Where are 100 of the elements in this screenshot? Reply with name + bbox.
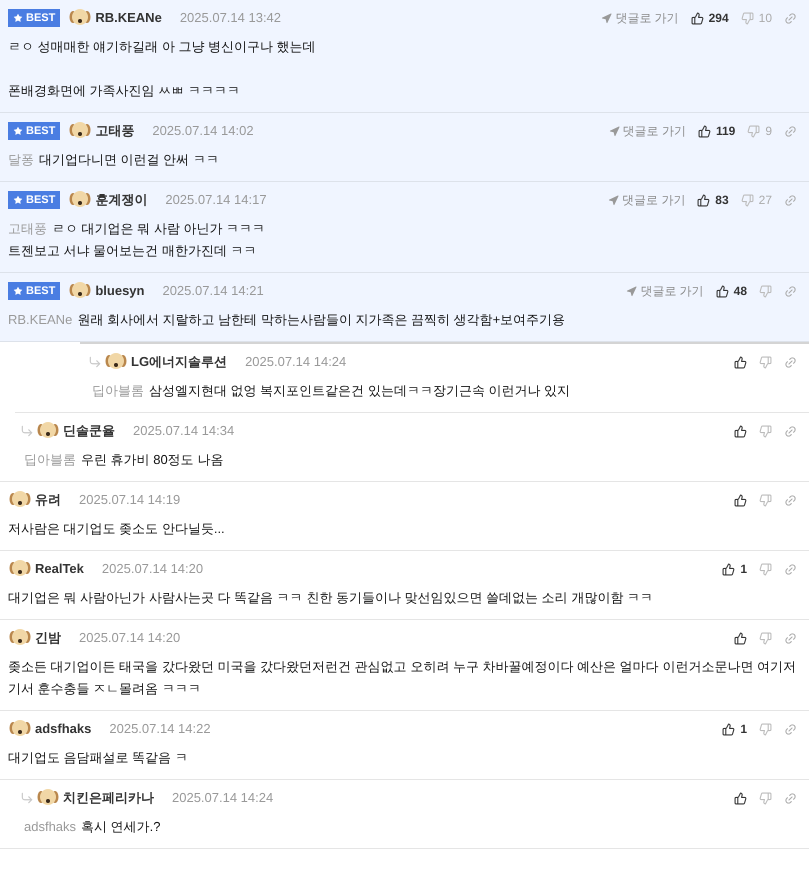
comment-text: 원래 회사에서 지랄하고 남한테 막하는사람들이 지가족은 끔찍히 생각함+보여주기용 [77, 312, 566, 327]
author-name[interactable]: 고태풍 [95, 121, 134, 141]
like-button[interactable]: 119 [698, 122, 736, 140]
star-icon [13, 126, 23, 136]
comment-time: 2025.07.14 14:24 [172, 789, 274, 808]
comment-time: 2025.07.14 14:20 [79, 629, 180, 648]
best-badge: BEST [8, 9, 60, 27]
link-button[interactable] [784, 356, 797, 368]
thumbs-down-icon [759, 356, 772, 368]
author-name[interactable]: 딘솔쿤율 [63, 421, 115, 441]
thumbs-up-icon [690, 12, 704, 24]
comment-time: 2025.07.14 14:21 [162, 282, 264, 300]
navigation-arrow-icon [608, 126, 620, 136]
like-button[interactable] [734, 632, 747, 644]
comment-time: 2025.07.14 14:34 [133, 422, 234, 440]
best-badge: BEST [8, 191, 60, 209]
dislike-button[interactable] [759, 632, 772, 644]
thumbs-up-icon [734, 494, 747, 506]
like-button[interactable]: 83 [697, 191, 729, 209]
author-name[interactable]: 훈계쟁이 [95, 190, 148, 210]
author-name[interactable]: RealTek [35, 559, 84, 579]
thumbs-down-icon [759, 562, 772, 576]
link-button[interactable] [784, 124, 797, 138]
thumbs-down-icon [759, 284, 772, 298]
author-name[interactable]: 긴밤 [35, 628, 61, 648]
link-button[interactable] [784, 12, 797, 24]
link-button[interactable] [784, 424, 797, 438]
author-name[interactable]: adsfhaks [35, 719, 92, 739]
thumbs-up-icon [698, 124, 711, 138]
like-button[interactable]: 48 [716, 282, 747, 300]
navigation-arrow-icon [601, 12, 612, 24]
link-button[interactable] [784, 632, 797, 644]
thumbs-down-icon [747, 124, 760, 138]
comment-time: 2025.07.14 14:19 [79, 491, 180, 510]
thumbs-up-icon [734, 356, 747, 368]
dislike-button[interactable] [759, 792, 772, 804]
link-button[interactable] [784, 792, 797, 804]
dislike-button[interactable] [759, 722, 772, 736]
author-name[interactable]: RB.KEANe [95, 8, 162, 28]
thumbs-down-icon [759, 632, 772, 644]
thumbs-down-icon [759, 722, 772, 736]
like-button[interactable] [734, 356, 747, 368]
link-button[interactable] [784, 284, 797, 298]
comment-text: 대기업은 뭐 사람아닌가 사람사는곳 다 똑같음 ㅋㅋ 친한 동기들이나 맞선임있으면 쓸데없는 소리 개많이함 ㅋㅋ [8, 590, 653, 605]
navigation-arrow-icon [626, 286, 638, 296]
link-button[interactable] [784, 494, 797, 506]
like-button[interactable] [734, 424, 747, 438]
dislike-button[interactable] [759, 562, 772, 576]
thumbs-up-icon [734, 424, 747, 438]
thumbs-down-icon [759, 792, 772, 804]
thumbs-up-icon [716, 284, 729, 298]
like-button[interactable]: 1 [722, 720, 747, 738]
star-icon [13, 13, 23, 23]
reply-arrow-icon [88, 355, 102, 369]
thumbs-down-icon [759, 424, 772, 438]
comment-text: 삼성엘지현대 없엉 복지포인트같은건 있는데ㅋㅋ장기근속 이런거나 있지 [149, 383, 570, 398]
like-button[interactable]: 1 [722, 560, 747, 578]
dislike-button[interactable] [759, 284, 772, 298]
comment-time: 2025.07.14 13:42 [180, 9, 282, 28]
link-button[interactable] [784, 562, 797, 576]
author-name[interactable]: LG에너지솔루션 [131, 352, 228, 372]
comment-text: 대기업도 음담패설로 똑같음 ㅋ [8, 750, 188, 765]
reply-arrow-icon [20, 791, 34, 805]
thumbs-up-icon [734, 632, 747, 644]
dislike-button[interactable] [759, 356, 772, 368]
comment-text: 저사람은 대기업도 좆소도 안다닐듯... [8, 521, 225, 536]
dislike-button[interactable] [759, 494, 772, 506]
star-icon [13, 195, 23, 205]
comment-text: 우린 휴가비 80정도 나옴 [81, 452, 224, 467]
link-button[interactable] [784, 722, 797, 736]
comment-text: 좆소든 대기업이든 태국을 갔다왔던 미국을 갔다왔던저런건 관심없고 오히려 누구 차바꿀예정이다 예산은 얼마다 이런거소문나면 여기저기서 훈수충들 ㅈㄴ몰려옴 ㅋㅋㅋ [8, 659, 796, 696]
comment-time: 2025.07.14 14:17 [165, 191, 267, 210]
thumbs-down-icon [740, 12, 754, 24]
link-button[interactable] [784, 194, 797, 206]
thumbs-down-icon [759, 494, 772, 506]
thumbs-down-icon [740, 194, 754, 206]
author-name[interactable]: bluesyn [95, 281, 144, 301]
reply-arrow-icon [20, 424, 34, 438]
comment-text: 트젠보고 서냐 물어보는건 매한가진데 ㅋㅋ [8, 243, 256, 258]
comment-text: ㄹㅇ 대기업은 뭐 사람 아닌가 ㅋㅋㅋ [52, 221, 266, 236]
comment-text: 혹시 연세가.? [81, 819, 161, 834]
like-button[interactable] [734, 494, 747, 506]
comment-time: 2025.07.14 14:22 [109, 720, 211, 738]
star-icon [13, 286, 23, 296]
thumbs-up-icon [722, 562, 736, 576]
like-button[interactable] [734, 792, 747, 804]
best-badge: BEST [8, 122, 60, 140]
thumbs-up-icon [722, 722, 736, 736]
thumbs-up-icon [697, 194, 710, 206]
best-badge: BEST [8, 282, 60, 300]
comment-time: 2025.07.14 14:24 [245, 353, 346, 372]
author-name[interactable]: 치킨은페리카나 [63, 788, 154, 808]
comment-time: 2025.07.14 14:02 [152, 122, 254, 140]
author-name[interactable]: 유려 [35, 490, 61, 510]
comment-text: 대기업다니면 이런걸 안써 ㅋㅋ [39, 152, 219, 167]
dislike-button[interactable] [759, 424, 772, 438]
like-button[interactable]: 294 [690, 9, 729, 27]
comment-text: ㄹㅇ 성매매한 얘기하길래 아 그냥 병신이구나 했는데 [8, 39, 316, 54]
navigation-arrow-icon [608, 194, 619, 206]
comment-text: 폰배경화면에 가족사진임 ㅆㅃ ㅋㅋㅋㅋ [8, 83, 240, 98]
